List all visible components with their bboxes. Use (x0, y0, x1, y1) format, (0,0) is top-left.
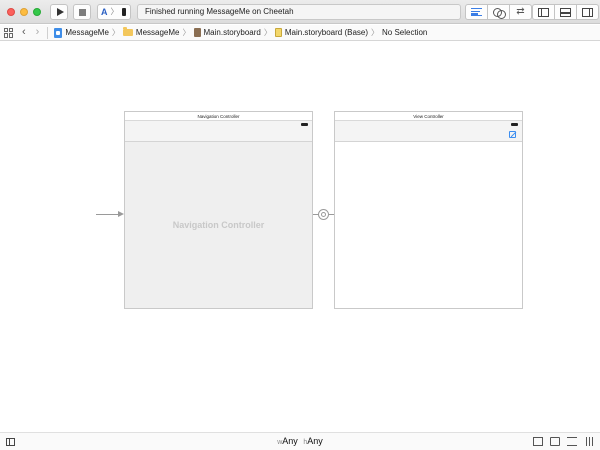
utilities-panel-icon (582, 7, 593, 17)
version-editor-icon: ⇄ (516, 6, 525, 17)
storyboard-file-icon (274, 28, 282, 37)
assistant-editor-icon (492, 7, 506, 19)
breadcrumb-separator: 〉 (263, 28, 272, 37)
standard-editor-button[interactable] (465, 4, 488, 20)
stop-icon (78, 8, 86, 16)
assistant-editor-button[interactable] (487, 4, 510, 20)
layout-tools (533, 437, 594, 446)
navigation-controller-scene[interactable]: Navigation Controller Navigation Control… (124, 111, 313, 309)
pin-icon[interactable] (550, 437, 560, 446)
jump-bar-divider (47, 26, 49, 39)
relationship-segue-icon[interactable] (318, 209, 329, 220)
breadcrumb-project[interactable]: MessageMe (54, 27, 109, 38)
debug-area-toggle-button[interactable] (554, 4, 577, 20)
jump-bar: ‹ › MessageMe 〉 MessageMe 〉 Main.storybo… (0, 25, 600, 41)
storyboard-icon (193, 28, 201, 37)
height-size-class: Any (307, 436, 323, 446)
view-controller-scene[interactable]: View Controller (334, 111, 523, 309)
navigation-bar[interactable] (125, 128, 312, 142)
align-icon[interactable] (533, 437, 543, 446)
forward-arrow-icon[interactable]: › (36, 27, 40, 38)
view-controller-view[interactable] (335, 142, 522, 308)
standard-editor-icon (471, 8, 482, 16)
breadcrumb-selection[interactable]: No Selection (382, 28, 427, 37)
storyboard-canvas[interactable]: Navigation Controller Navigation Control… (0, 42, 600, 432)
window-toolbar: A 〉 Finished running MessageMe on Cheeta… (0, 0, 600, 24)
navigator-toggle-button[interactable] (532, 4, 555, 20)
editor-mode-control: ⇄ (465, 4, 532, 20)
scene-title[interactable]: View Controller (335, 112, 522, 121)
version-editor-button[interactable]: ⇄ (509, 4, 532, 20)
breadcrumb-label: No Selection (382, 28, 428, 37)
utilities-toggle-button[interactable] (576, 4, 599, 20)
breadcrumb-separator: 〉 (111, 28, 120, 37)
debug-panel-icon (560, 7, 571, 17)
stop-button[interactable] (73, 4, 91, 20)
resizing-behavior-icon[interactable] (584, 437, 594, 446)
close-window-button[interactable] (7, 8, 15, 16)
breadcrumb-label: Main.storyboard (Base) (284, 28, 369, 37)
canvas-bottom-bar: wAny hAny (0, 432, 600, 450)
minimize-window-button[interactable] (20, 8, 28, 16)
battery-icon (301, 123, 308, 126)
panel-visibility-control (532, 4, 599, 20)
run-button[interactable] (50, 4, 68, 20)
status-bar (125, 121, 312, 128)
breadcrumb-label: MessageMe (65, 28, 109, 37)
placeholder-label: Navigation Controller (172, 220, 265, 230)
activity-status-text: Finished running MessageMe on Cheetah (145, 7, 294, 16)
size-class-control[interactable]: wAny hAny (0, 436, 600, 446)
chevron-right-icon: 〉 (110, 7, 119, 16)
project-icon (54, 27, 63, 38)
related-items-icon[interactable] (4, 27, 14, 38)
navigator-panel-icon (538, 7, 549, 17)
folder-icon (122, 27, 133, 36)
battery-icon (511, 123, 518, 126)
width-size-class: Any (282, 436, 298, 446)
breadcrumb-label: Main.storyboard (203, 28, 261, 37)
app-scheme-icon: A (101, 6, 108, 17)
navigation-bar[interactable] (335, 128, 522, 142)
navigation-controller-body: Navigation Controller (125, 142, 312, 308)
breadcrumb-storyboard[interactable]: Main.storyboard (193, 28, 261, 37)
back-arrow-icon[interactable]: ‹ (22, 27, 26, 38)
play-icon (56, 8, 64, 16)
status-bar (335, 121, 522, 128)
resolve-auto-layout-icon[interactable] (567, 437, 577, 446)
zoom-window-button[interactable] (33, 8, 41, 16)
breadcrumb-separator: 〉 (371, 28, 380, 37)
compose-icon[interactable] (509, 131, 516, 138)
breadcrumb-separator: 〉 (182, 28, 191, 37)
breadcrumb-storyboard-base[interactable]: Main.storyboard (Base) (274, 28, 369, 37)
activity-viewer: Finished running MessageMe on Cheetah (137, 4, 461, 20)
breadcrumb-group[interactable]: MessageMe (122, 27, 180, 37)
iphone-icon (121, 8, 126, 16)
scene-title[interactable]: Navigation Controller (125, 112, 312, 121)
scheme-selector[interactable]: A 〉 (97, 4, 131, 20)
breadcrumb-label: MessageMe (135, 28, 180, 37)
